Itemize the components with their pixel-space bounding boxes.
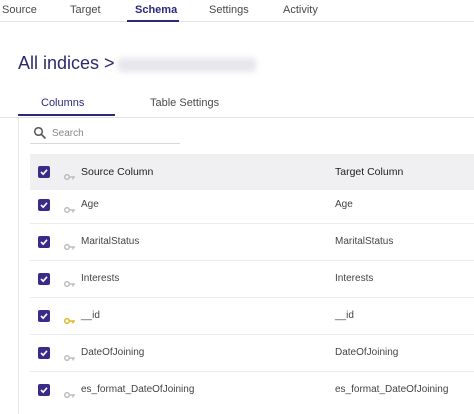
header-target-column[interactable]: Target Column [335, 166, 403, 178]
checkbox-checked-icon [40, 169, 48, 176]
sub-tabs: Columns Table Settings [0, 94, 474, 118]
table-row: DateOfJoining DateOfJoining [30, 335, 474, 372]
key-icon[interactable] [64, 238, 76, 250]
target-column-name[interactable]: Interests [335, 273, 373, 284]
tab-schema[interactable]: Schema [135, 4, 177, 16]
target-column-name[interactable]: Age [335, 199, 353, 210]
target-column-name[interactable]: __id [335, 310, 354, 321]
row-checkbox[interactable] [38, 236, 50, 248]
table-row: es_format_DateOfJoining es_format_DateOf… [30, 372, 474, 409]
tab-columns[interactable]: Columns [41, 97, 84, 109]
target-column-name[interactable]: es_format_DateOfJoining [335, 384, 448, 395]
checkbox-checked-icon [40, 313, 48, 320]
key-icon[interactable] [64, 349, 76, 361]
checkbox-checked-icon [40, 202, 48, 209]
key-icon[interactable] [64, 275, 76, 287]
source-column-name: DateOfJoining [81, 347, 145, 358]
checkbox-checked-icon [40, 387, 48, 394]
select-all-checkbox[interactable] [38, 166, 50, 178]
row-checkbox[interactable] [38, 347, 50, 359]
table-header: Source Column Target Column [30, 154, 474, 190]
source-column-name: Interests [81, 273, 120, 284]
checkbox-checked-icon [40, 350, 48, 357]
active-tab-indicator [127, 20, 179, 22]
checkbox-checked-icon [40, 239, 48, 246]
active-subtab-indicator [18, 114, 115, 116]
primary-key-icon[interactable] [64, 312, 76, 324]
row-checkbox[interactable] [38, 273, 50, 285]
tab-settings[interactable]: Settings [209, 4, 249, 16]
table-row: __id __id [30, 298, 474, 335]
table-row: Age Age [30, 187, 474, 224]
row-checkbox[interactable] [38, 199, 50, 211]
redacted-index-name [118, 58, 256, 72]
tab-activity[interactable]: Activity [283, 4, 318, 16]
key-icon[interactable] [64, 201, 76, 213]
tab-table-settings[interactable]: Table Settings [150, 97, 219, 109]
source-column-name: Age [81, 199, 99, 210]
key-icon [64, 168, 76, 180]
search-box [30, 124, 180, 144]
checkbox-checked-icon [40, 276, 48, 283]
target-column-name[interactable]: DateOfJoining [335, 347, 398, 358]
table-row: MaritalStatus MaritalStatus [30, 224, 474, 261]
page-title[interactable]: All indices > [18, 53, 115, 74]
tab-target[interactable]: Target [70, 4, 101, 16]
search-input[interactable] [52, 125, 177, 141]
target-column-name[interactable]: MaritalStatus [335, 236, 393, 247]
source-column-name: es_format_DateOfJoining [81, 384, 195, 395]
tab-source[interactable]: Source [2, 4, 37, 16]
table-row: Interests Interests [30, 261, 474, 298]
header-source-column[interactable]: Source Column [81, 166, 153, 178]
key-icon[interactable] [64, 386, 76, 398]
search-icon [33, 126, 47, 140]
source-column-name: __id [81, 310, 100, 321]
row-checkbox[interactable] [38, 384, 50, 396]
top-nav: Source Target Schema Settings Activity [0, 0, 474, 22]
source-column-name: MaritalStatus [81, 236, 140, 247]
row-checkbox[interactable] [38, 310, 50, 322]
